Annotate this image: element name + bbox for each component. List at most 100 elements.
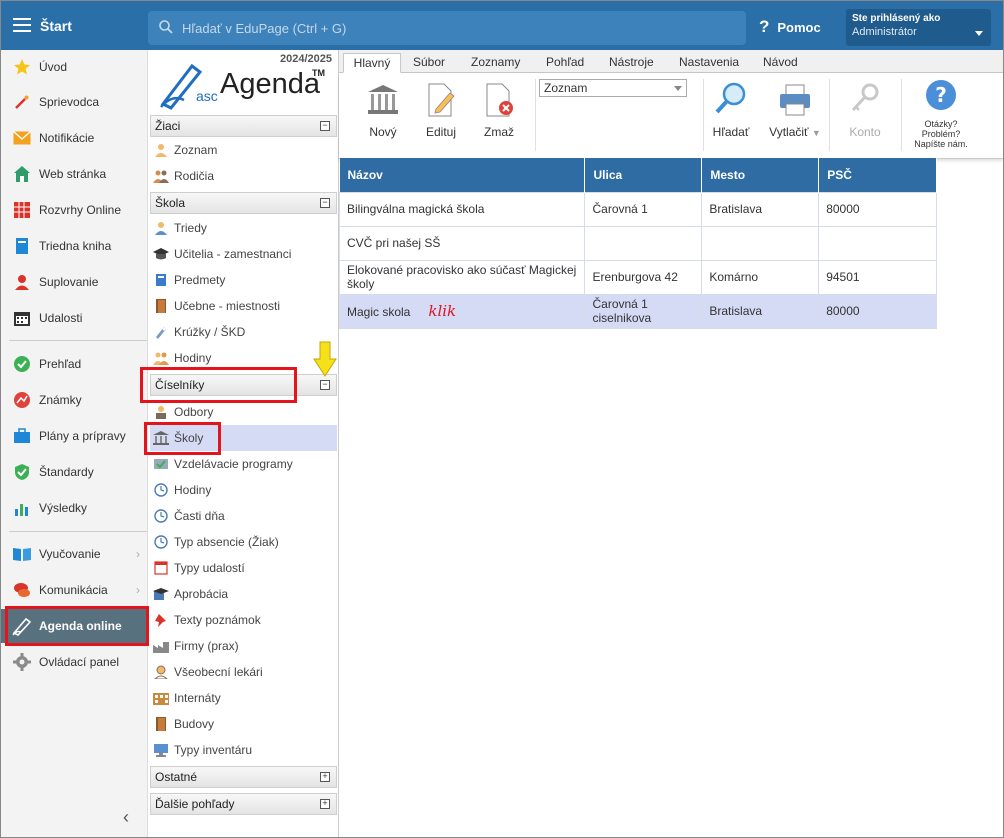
nav-item-notifikacie[interactable]: Notifikácie <box>1 121 148 155</box>
table-row[interactable]: CVČ pri našej SŠ <box>338 225 937 261</box>
nav-item-standardy[interactable]: Štandardy <box>1 455 148 489</box>
table-row[interactable]: Bilingválna magická škola Čarovná 1 Brat… <box>338 191 937 227</box>
menu-item-ucitelia[interactable]: Učitelia - zamestnanci <box>150 241 337 267</box>
grid-icon <box>11 201 33 219</box>
section-dalsie-pohlady[interactable]: Ďalšie pohľady + <box>150 793 337 815</box>
table-row[interactable]: Elokované pracovisko ako súčasť Magickej… <box>338 259 937 295</box>
print-button[interactable]: Vytlačiť ▼ <box>763 79 827 139</box>
cell-ulica: Erenburgova 42 <box>584 259 703 295</box>
nav-item-znamky[interactable]: Známky <box>1 383 148 417</box>
nav-label: Ovládací panel <box>39 655 120 669</box>
start-label[interactable]: Štart <box>40 18 72 34</box>
ribbon-toolbar: Nový Edituj Zmaž Zoznam Hľadať Vytlačiť … <box>339 73 1003 159</box>
menu-item-triedy[interactable]: Triedy <box>150 215 337 241</box>
nav-item-vyucovanie[interactable]: Vyučovanie › <box>1 537 148 571</box>
nav-item-prehlad[interactable]: Prehľad <box>1 347 148 381</box>
cell-ulica: Čarovná 1 <box>584 191 703 227</box>
section-skola[interactable]: Škola − <box>150 192 337 214</box>
tab-navod[interactable]: Návod <box>757 53 804 73</box>
delete-document-icon <box>486 83 513 117</box>
menu-item-internaty[interactable]: Internáty <box>150 685 337 711</box>
menu-item-skoly[interactable]: Školy <box>150 425 337 451</box>
nav-item-uvod[interactable]: Úvod <box>1 50 148 84</box>
menu-item-firmy[interactable]: Firmy (prax) <box>150 633 337 659</box>
collapse-toggle-icon[interactable]: − <box>320 380 330 390</box>
column-header-nazov[interactable]: Názov <box>339 158 586 192</box>
menu-item-aprobacia[interactable]: Aprobácia <box>150 581 337 607</box>
cell-mesto: Bratislava <box>701 191 820 227</box>
parents-icon <box>152 168 170 184</box>
tab-hlavny[interactable]: Hlavný <box>343 53 401 73</box>
nav-item-triedna-kniha[interactable]: Triedna kniha <box>1 229 148 263</box>
tab-nastavenia[interactable]: Nastavenia <box>673 53 745 73</box>
nav-item-rozvrhy[interactable]: Rozvrhy Online <box>1 193 148 227</box>
nav-item-agenda-online[interactable]: Agenda online <box>1 609 148 643</box>
menu-item-hodiny-skola[interactable]: Hodiny <box>150 345 337 371</box>
menu-item-rodicia[interactable]: Rodičia <box>150 163 337 189</box>
nav-item-udalosti[interactable]: Udalosti <box>1 301 148 335</box>
delete-button[interactable]: Zmaž <box>469 79 529 139</box>
collapse-toggle-icon[interactable]: − <box>320 121 330 131</box>
tab-pohlad[interactable]: Pohľad <box>540 53 590 73</box>
menu-item-texty-poznamok[interactable]: Texty poznámok <box>150 607 337 633</box>
cell-mesto: Komárno <box>701 259 820 295</box>
menu-item-odbory[interactable]: Odbory <box>150 399 337 425</box>
menu-label: Budovy <box>174 717 215 731</box>
tab-subor[interactable]: Súbor <box>407 53 451 73</box>
hamburger-menu-icon[interactable] <box>13 18 31 32</box>
search-input[interactable] <box>182 18 722 38</box>
account-button[interactable]: Konto <box>835 79 895 139</box>
menu-item-budovy[interactable]: Budovy <box>150 711 337 737</box>
column-header-ulica[interactable]: Ulica <box>584 158 703 192</box>
section-ziaci[interactable]: Žiaci − <box>150 115 337 137</box>
menu-item-ucebne[interactable]: Učebne - miestnosti <box>150 293 337 319</box>
menu-item-vzdelavacie-programy[interactable]: Vzdelávacie programy <box>150 451 337 477</box>
nav-divider <box>9 340 147 341</box>
collapse-toggle-icon[interactable]: − <box>320 198 330 208</box>
nav-label: Sprievodca <box>39 95 100 109</box>
nav-item-sprievodca[interactable]: Sprievodca <box>1 85 148 119</box>
support-button[interactable]: ? Otázky? Problém? Napíšte nám. <box>907 79 975 149</box>
nav-item-ovladaci-panel[interactable]: Ovládací panel <box>1 645 148 679</box>
tab-zoznamy[interactable]: Zoznamy <box>465 53 526 73</box>
menu-item-casti-dna[interactable]: Časti dňa <box>150 503 337 529</box>
column-header-psc[interactable]: PSČ <box>818 158 937 192</box>
nav-item-komunikacia[interactable]: Komunikácia › <box>1 573 148 607</box>
menu-item-typy-inventaru[interactable]: Typy inventáru <box>150 737 337 763</box>
magnifier-icon <box>715 82 746 114</box>
nav-label: Udalosti <box>39 311 83 325</box>
menu-item-predmety[interactable]: Predmety <box>150 267 337 293</box>
tab-nastroje[interactable]: Nástroje <box>603 53 660 73</box>
menu-item-typ-absencie[interactable]: Typ absencie (Žiak) <box>150 529 337 555</box>
view-dropdown[interactable]: Zoznam <box>539 79 687 97</box>
nav-item-suplovanie[interactable]: Suplovanie <box>1 265 148 299</box>
expand-toggle-icon[interactable]: + <box>320 772 330 782</box>
section-ostatne[interactable]: Ostatné + <box>150 766 337 788</box>
dormitory-icon <box>152 690 170 706</box>
column-header-mesto[interactable]: Mesto <box>701 158 820 192</box>
support-line2: Problém? <box>921 129 961 139</box>
collapse-sidebar-icon[interactable]: ‹ <box>123 807 129 828</box>
menu-item-typy-udalosti[interactable]: Typy udalostí <box>150 555 337 581</box>
house-icon <box>11 165 33 183</box>
section-ciselniky[interactable]: Číselníky − <box>150 374 337 396</box>
new-button[interactable]: Nový <box>353 79 413 139</box>
menu-item-kruzky[interactable]: Krúžky / ŠKD <box>150 319 337 345</box>
search-button[interactable]: Hľadať <box>701 79 761 139</box>
section-label: Číselníky <box>155 378 205 392</box>
chevron-down-icon <box>674 86 682 91</box>
user-role: Administrátor <box>852 26 917 38</box>
nav-item-vysledky[interactable]: Výsledky <box>1 491 148 525</box>
search-box[interactable] <box>148 11 746 45</box>
nav-item-web[interactable]: Web stránka <box>1 157 148 191</box>
user-menu[interactable]: Ste prihlásený ako Administrátor <box>846 9 991 46</box>
pin-icon <box>152 612 170 628</box>
menu-item-zoznam[interactable]: Zoznam <box>150 137 337 163</box>
expand-toggle-icon[interactable]: + <box>320 799 330 809</box>
edit-button[interactable]: Edituj <box>411 79 471 139</box>
menu-item-hodiny[interactable]: Hodiny <box>150 477 337 503</box>
table-row-selected[interactable]: Magic skola klik Čarovná 1 ciselnikova Br… <box>338 293 937 329</box>
menu-item-lekari[interactable]: Všeobecní lekári <box>150 659 337 685</box>
help-button[interactable]: ? Pomoc <box>759 17 821 37</box>
nav-item-plany[interactable]: Plány a prípravy <box>1 419 148 453</box>
